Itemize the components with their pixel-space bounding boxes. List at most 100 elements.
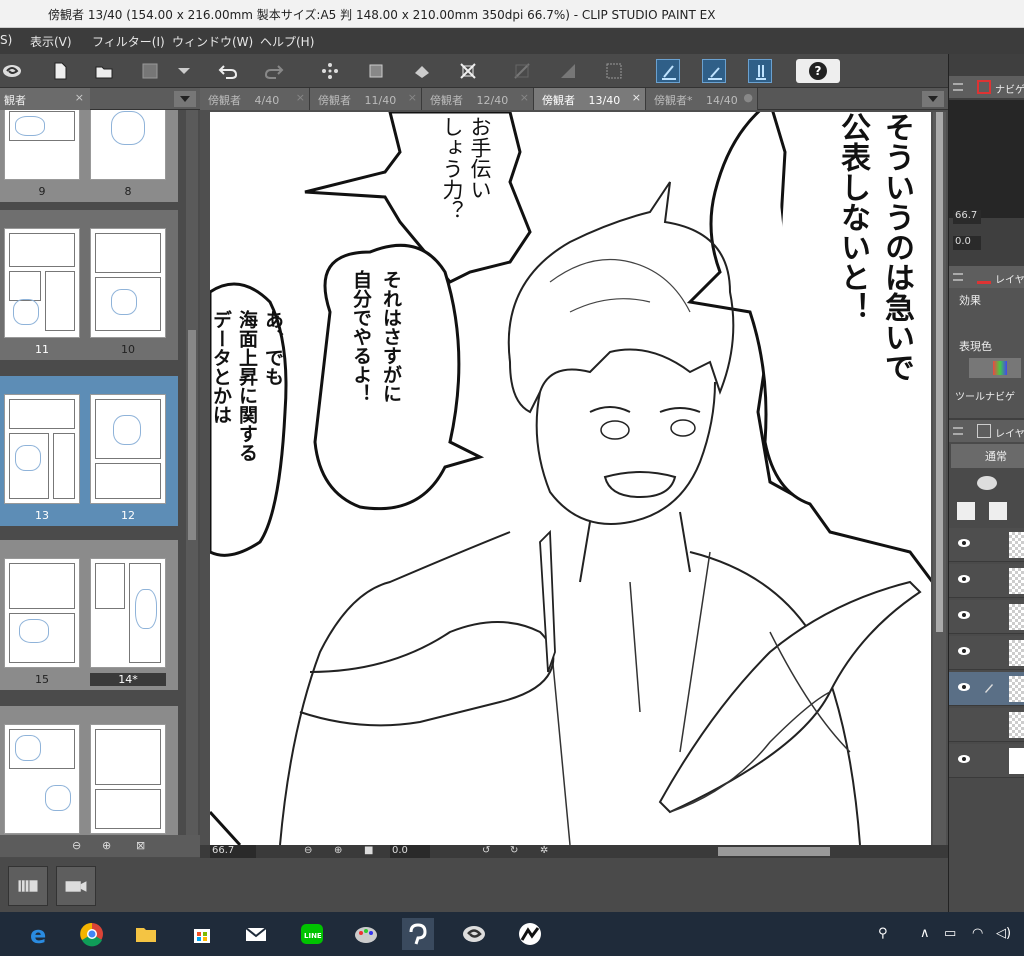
close-icon[interactable]: × xyxy=(75,91,84,104)
clip-studio-paint-taskbar-icon[interactable] xyxy=(402,918,434,950)
edge-icon[interactable]: e xyxy=(22,918,54,950)
navigator-header[interactable]: ナビゲ xyxy=(949,76,1024,98)
layer-row[interactable] xyxy=(949,528,1024,562)
close-icon[interactable]: × xyxy=(296,91,305,104)
menu-item-filter[interactable]: フィルター(I) xyxy=(92,33,165,50)
zoom-in-icon[interactable]: ⊕ xyxy=(334,845,347,858)
selection-dots-icon[interactable] xyxy=(318,59,342,83)
tab-page-12[interactable]: 傍観者 12/40 × xyxy=(422,88,534,110)
page-thumbnail[interactable] xyxy=(90,558,166,668)
display-color-swatch[interactable] xyxy=(969,358,1021,378)
close-icon[interactable]: × xyxy=(408,91,417,104)
redo-icon[interactable] xyxy=(262,59,286,83)
frame-icon[interactable] xyxy=(602,59,626,83)
app-taskbar-icon[interactable] xyxy=(514,918,546,950)
camera-icon[interactable] xyxy=(56,866,96,906)
paint-palette-icon[interactable] xyxy=(350,918,382,950)
open-folder-icon[interactable] xyxy=(92,59,116,83)
page-list-scrollbar[interactable] xyxy=(186,110,198,835)
zoom-field[interactable]: 66.7 xyxy=(210,845,256,858)
eye-icon[interactable] xyxy=(957,682,971,692)
manga-canvas[interactable]: そういうのは急いで 公表しないと！ お手伝い しょう力？ それはさすがに 自分で… xyxy=(210,112,931,845)
layer-property-header[interactable]: レイヤ xyxy=(949,266,1024,288)
page-thumbnail[interactable] xyxy=(90,724,166,834)
grid-snap-icon[interactable] xyxy=(748,59,772,83)
page-spread[interactable]: 17 16 xyxy=(0,706,178,835)
layer-panel-header[interactable]: レイヤ xyxy=(949,420,1024,442)
menu-item-help[interactable]: ヘルプ(H) xyxy=(260,33,314,50)
reset-rotation-icon[interactable]: ✲ xyxy=(540,845,553,858)
menu-item-select[interactable]: S) xyxy=(0,33,12,47)
navigator-preview[interactable] xyxy=(949,100,1024,218)
undo-icon[interactable] xyxy=(216,59,240,83)
layer-row[interactable] xyxy=(949,636,1024,670)
rotate-left-icon[interactable]: ↺ xyxy=(482,845,495,858)
clip-studio-icon[interactable] xyxy=(0,59,24,83)
scrollbar-thumb[interactable] xyxy=(188,330,196,540)
layer-row[interactable] xyxy=(949,600,1024,634)
help-button[interactable]: ? xyxy=(796,59,840,83)
volume-icon[interactable]: ◁) xyxy=(996,926,1011,941)
save-icon[interactable] xyxy=(138,59,162,83)
fill-icon[interactable] xyxy=(410,59,434,83)
scrollbar-thumb[interactable] xyxy=(936,112,943,632)
battery-icon[interactable]: ▭ xyxy=(944,926,956,941)
ruler-snap-icon[interactable] xyxy=(656,59,680,83)
layer-row[interactable] xyxy=(949,564,1024,598)
page-spread-selected[interactable]: 13 12 xyxy=(0,376,178,526)
fit-icon[interactable]: ⊠ xyxy=(136,839,150,853)
layer-row-selected[interactable] xyxy=(949,672,1024,706)
page-spread[interactable]: 9 8 xyxy=(0,110,178,202)
transform-icon[interactable] xyxy=(364,59,388,83)
eye-icon[interactable] xyxy=(957,574,971,584)
free-transform-icon[interactable] xyxy=(456,59,480,83)
new-vector-layer-icon[interactable] xyxy=(989,502,1007,520)
tab-page-4[interactable]: 傍観者 4/40 × xyxy=(200,88,310,110)
tab-page-11[interactable]: 傍観者 11/40 × xyxy=(310,88,422,110)
eye-icon[interactable] xyxy=(957,646,971,656)
fit-icon[interactable]: ■ xyxy=(364,845,377,858)
tab-page-14[interactable]: 傍観者* 14/40 ● xyxy=(646,88,758,110)
close-icon[interactable]: × xyxy=(632,91,641,104)
page-thumbnail[interactable] xyxy=(4,228,80,338)
tab-page-13[interactable]: 傍観者 13/40 × xyxy=(534,88,646,110)
chrome-icon[interactable] xyxy=(76,918,108,950)
canvas-vertical-scrollbar[interactable] xyxy=(933,112,946,845)
navigator-rotation-field[interactable]: 0.0 xyxy=(953,236,981,250)
page-spread[interactable]: 15 14* xyxy=(0,540,178,690)
chevron-down-icon[interactable] xyxy=(172,59,192,83)
line-icon[interactable]: LINE xyxy=(296,918,328,950)
menu-item-window[interactable]: ウィンドウ(W) xyxy=(172,33,253,50)
store-icon[interactable] xyxy=(186,918,218,950)
zoom-in-icon[interactable]: ⊕ xyxy=(102,839,116,853)
rotation-field[interactable]: 0.0 xyxy=(390,845,430,858)
page-thumbnail[interactable] xyxy=(90,394,166,504)
rotate-right-icon[interactable]: ↻ xyxy=(510,845,523,858)
new-file-icon[interactable] xyxy=(48,59,72,83)
file-explorer-icon[interactable] xyxy=(130,918,162,950)
eye-icon[interactable] xyxy=(957,754,971,764)
eye-icon[interactable] xyxy=(957,610,971,620)
page-thumbnail[interactable] xyxy=(4,558,80,668)
grid-icon[interactable] xyxy=(556,59,580,83)
wifi-icon[interactable]: ◠ xyxy=(972,926,983,941)
page-spread[interactable]: 11 10 xyxy=(0,210,178,360)
no-selection-icon[interactable] xyxy=(510,59,534,83)
eye-icon[interactable] xyxy=(957,538,971,548)
close-icon[interactable]: × xyxy=(520,91,529,104)
layer-row[interactable] xyxy=(949,744,1024,778)
page-thumbnail[interactable] xyxy=(90,228,166,338)
new-layer-icon[interactable] xyxy=(957,502,975,520)
zoom-out-icon[interactable]: ⊖ xyxy=(72,839,86,853)
menu-item-view[interactable]: 表示(V) xyxy=(30,33,72,50)
page-thumbnail[interactable] xyxy=(4,724,80,834)
mail-icon[interactable] xyxy=(240,918,272,950)
people-icon[interactable]: ⚲ xyxy=(878,926,888,941)
close-icon[interactable]: ● xyxy=(743,91,753,104)
navigator-zoom-field[interactable]: 66.7 xyxy=(953,210,981,224)
zoom-out-icon[interactable]: ⊖ xyxy=(304,845,317,858)
canvas-horizontal-scrollbar[interactable] xyxy=(718,847,830,856)
blend-mode-select[interactable]: 通常 xyxy=(951,444,1024,468)
chevron-up-icon[interactable]: ∧ xyxy=(920,926,930,941)
page-thumbnail[interactable] xyxy=(4,394,80,504)
